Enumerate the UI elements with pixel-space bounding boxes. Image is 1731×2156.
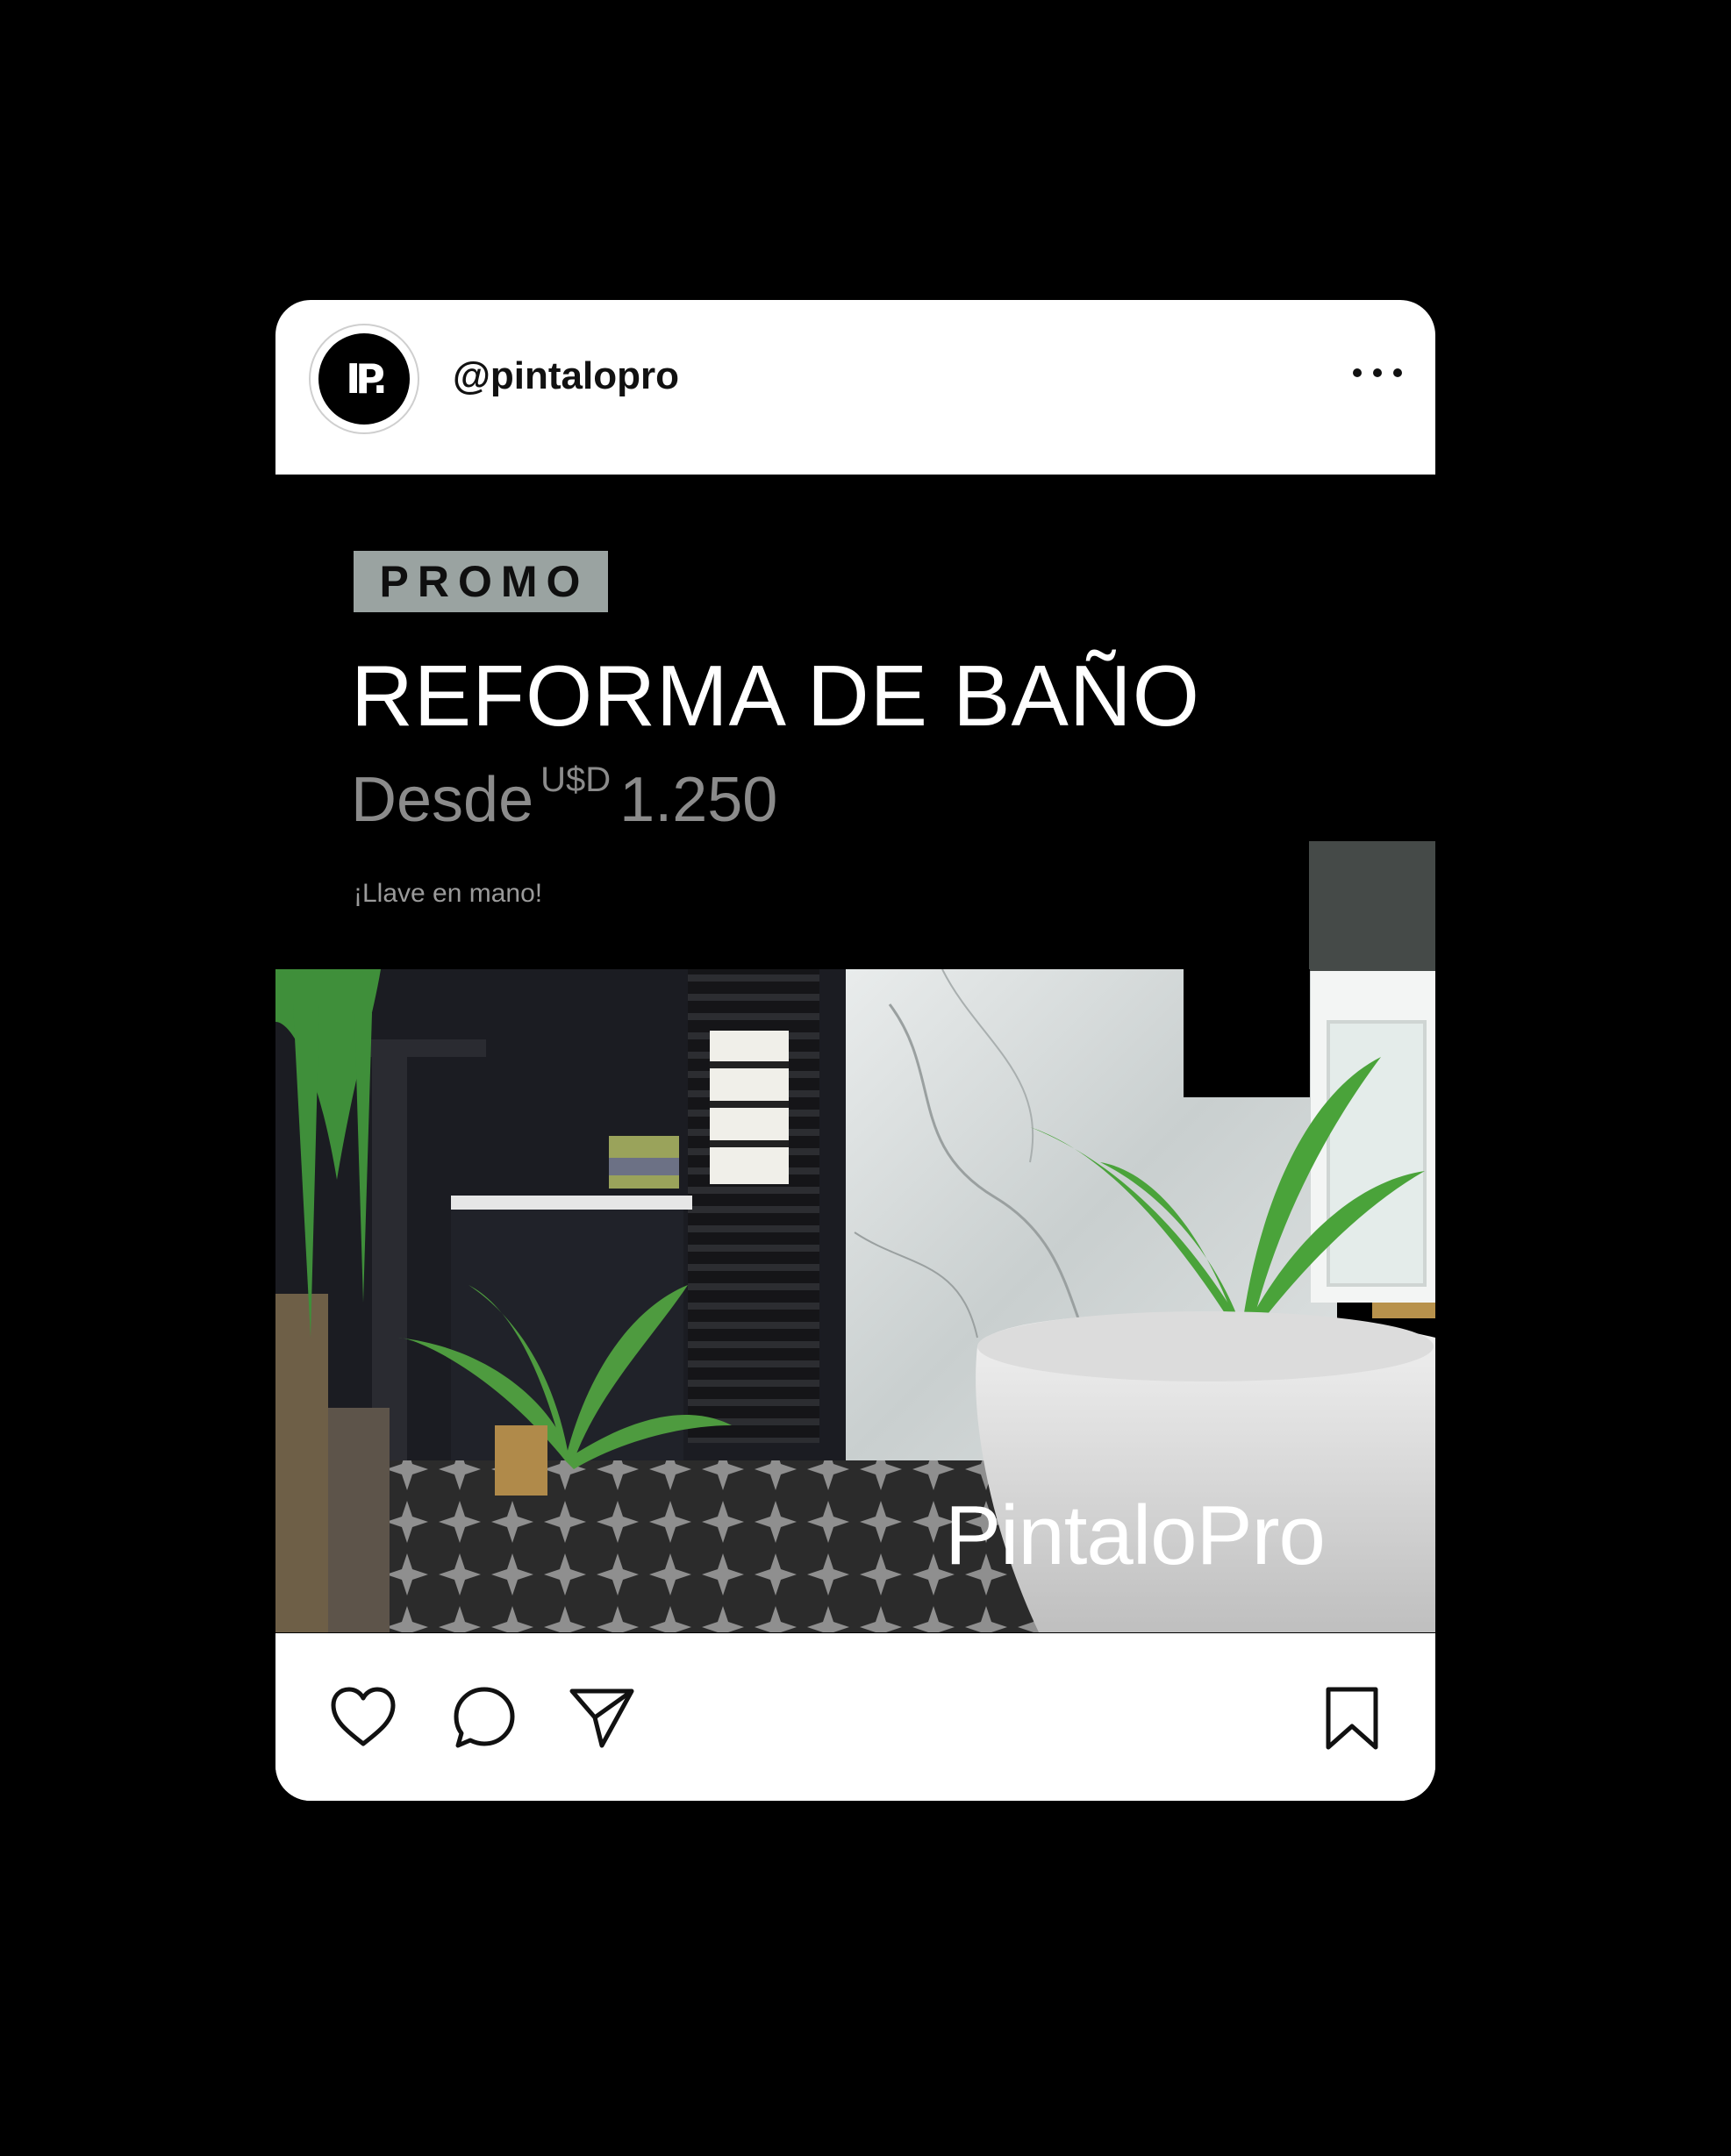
post-card: IP. @pintalopro PROMO REFORMA DE BAÑO De… — [275, 300, 1435, 1801]
username-link[interactable]: @pintalopro — [453, 354, 679, 398]
post-image[interactable]: PROMO REFORMA DE BAÑO Desde U$D 1.250 ¡Lla… — [275, 475, 1435, 1708]
post-headline: REFORMA DE BAÑO — [351, 647, 1200, 744]
avatar[interactable]: IP. — [309, 324, 419, 434]
post-actions-bar — [275, 1633, 1435, 1801]
post-header: IP. @pintalopro — [275, 300, 1435, 475]
tagline: ¡Llave en mano! — [354, 879, 543, 908]
brand-logo: PintaloPro — [945, 1488, 1326, 1582]
avatar-monogram: IP. — [318, 333, 410, 425]
bookmark-icon[interactable] — [1321, 1684, 1383, 1753]
price-text: Desde U$D 1.250 — [351, 760, 778, 836]
accent-block-black — [1184, 969, 1310, 1097]
price-amount: 1.250 — [619, 765, 778, 835]
promo-badge: PROMO — [354, 551, 608, 612]
price-currency: U$D — [540, 760, 612, 799]
accent-block-grey — [1309, 841, 1435, 971]
price-prefix: Desde — [351, 765, 534, 835]
comment-icon[interactable] — [451, 1684, 518, 1751]
send-icon[interactable] — [567, 1684, 637, 1751]
more-options-icon[interactable] — [1353, 360, 1402, 386]
heart-icon[interactable] — [328, 1684, 398, 1749]
